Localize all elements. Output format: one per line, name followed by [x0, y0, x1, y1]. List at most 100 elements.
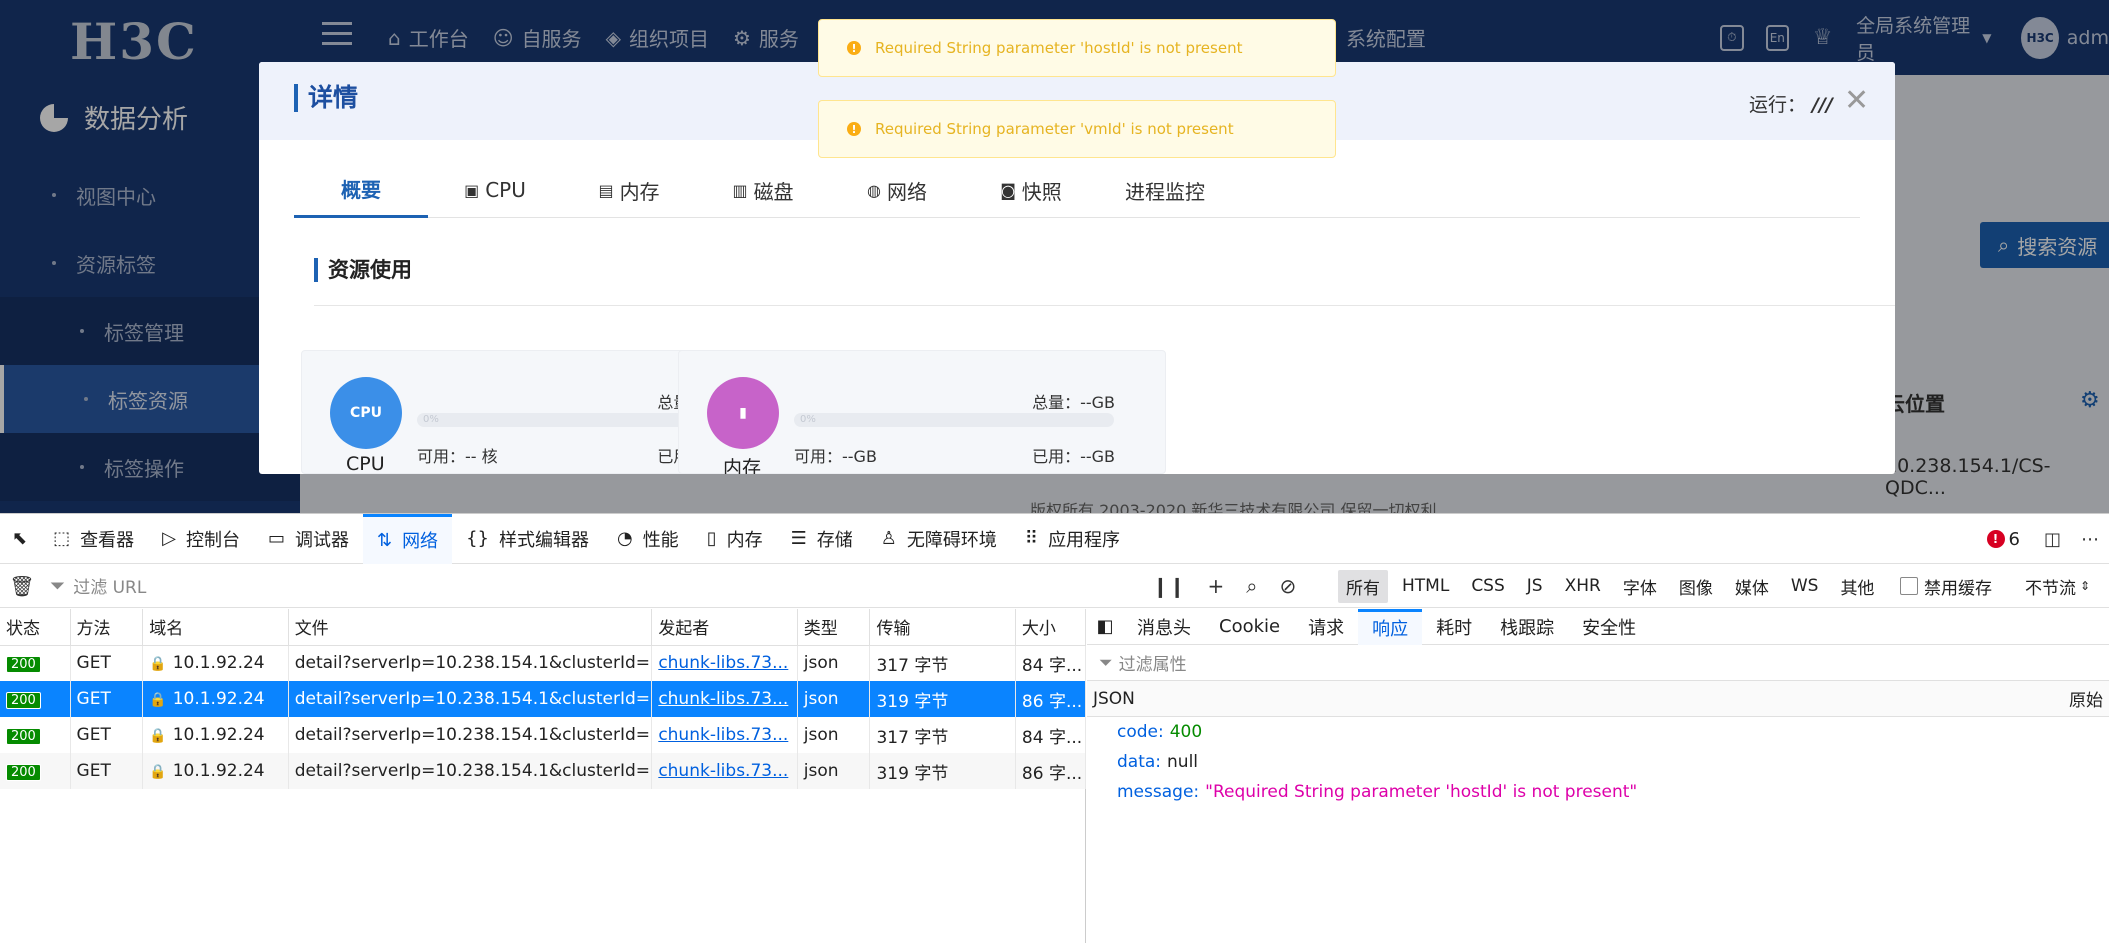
close-icon[interactable]: ✕	[1844, 86, 1869, 116]
resource-name: CPU	[346, 453, 385, 474]
warning-icon: !	[847, 122, 861, 136]
devtools-tab[interactable]: {} 样式编辑器	[452, 514, 603, 564]
response-tab[interactable]: 耗时	[1422, 609, 1486, 645]
network-filter-bar: 🗑 ⏷ 过滤 URL ❙❙ + ⌕ ⊘ 所有 HTML CSS JS XHR 字体 图像 媒体…	[0, 564, 2109, 608]
element-picker-icon[interactable]: ⬉	[0, 514, 39, 564]
response-tab[interactable]: 响应	[1358, 608, 1423, 645]
type-filter-button[interactable]: WS	[1783, 572, 1827, 600]
type-filter-button[interactable]: CSS	[1463, 572, 1512, 600]
tab-6[interactable]: 进程监控	[1098, 162, 1232, 218]
disable-cache-checkbox[interactable]: 禁用缓存	[1900, 564, 1992, 608]
accessibility-icon: ♙	[880, 528, 897, 549]
resource-used: 已用：--GB	[1032, 447, 1115, 466]
type-filter-button[interactable]: JS	[1519, 572, 1551, 600]
filter-properties-input[interactable]: ⏷ 过滤属性	[1087, 645, 2109, 681]
tab-icon: ◍	[867, 180, 881, 200]
column-header[interactable]: 文件	[288, 609, 653, 646]
dock-icon[interactable]: ◫	[2044, 529, 2061, 550]
json-line-code: code: 400	[1117, 722, 1203, 742]
response-tab[interactable]: Cookie	[1205, 609, 1294, 645]
column-header[interactable]: 类型	[797, 609, 871, 646]
detail-tabs: 概要 ▣ CPU ▤ 内存 ▥ 磁盘 ◍ 网络 ◙ 快照 进程监控	[294, 162, 1860, 218]
resource-name: 内存	[723, 457, 762, 474]
table-row[interactable]: 200 GET 🔒 10.1.92.24 detail?serverIp=10.238.…	[0, 645, 1087, 681]
column-header[interactable]: 方法	[70, 609, 144, 646]
response-tab[interactable]: 栈跟踪	[1486, 609, 1568, 645]
devtools-tab[interactable]: ▭ 调试器	[254, 514, 363, 564]
column-header[interactable]: 域名	[142, 609, 289, 646]
initiator-link[interactable]: chunk-libs.73...	[658, 761, 788, 781]
devtools-tab[interactable]: ⠿ 应用程序	[1011, 514, 1134, 564]
memory-icon: ▯	[706, 528, 717, 549]
initiator-link[interactable]: chunk-libs.73...	[658, 725, 788, 745]
warning-icon: !	[847, 41, 861, 55]
column-header[interactable]: 大小	[1015, 609, 1087, 646]
status-badge: 200	[6, 656, 41, 674]
tab-3[interactable]: ▥ 磁盘	[696, 162, 830, 218]
tab-icon: ▤	[598, 180, 614, 200]
more-options-icon[interactable]: ⋯	[2081, 529, 2099, 550]
tab-4[interactable]: ◍ 网络	[830, 162, 964, 218]
status-badge: 200	[6, 728, 41, 745]
json-line-message: message: "Required String parameter 'host…	[1117, 782, 1638, 802]
json-line-data: data: null	[1117, 752, 1199, 772]
response-tab[interactable]: 安全性	[1568, 609, 1650, 645]
column-header[interactable]: 发起者	[651, 609, 798, 646]
pause-icon[interactable]: ❙❙	[1152, 574, 1186, 598]
devtools-tab[interactable]: ⬚ 查看器	[39, 514, 148, 564]
inspector-icon: ⬚	[53, 528, 71, 549]
devtools-panel: ⬉ ⬚ 查看器 ▷ 控制台 ▭ 调试器 ⇅ 网络{} 样式编辑器 ◔ 性能 ▯ 内存 ☰ 存储 ♙ 无障碍环境 ⠿…	[0, 513, 2109, 943]
chevron-down-icon: ⇕	[2080, 579, 2091, 593]
devtools-tab[interactable]: ▷ 控制台	[148, 514, 254, 564]
column-header[interactable]: 传输	[869, 609, 1016, 646]
warning-toast-vmid: ! Required String parameter 'vmId' is not…	[818, 100, 1336, 158]
search-icon[interactable]: ⌕	[1246, 574, 1257, 598]
column-header[interactable]: 状态	[0, 609, 71, 646]
warning-toast-hostid: ! Required String parameter 'hostId' is n…	[818, 19, 1336, 77]
performance-icon: ◔	[616, 528, 633, 549]
type-filter-button[interactable]: 图像	[1671, 570, 1721, 603]
sidebar-toggle-icon[interactable]: ◧	[1087, 616, 1123, 637]
table-row[interactable]: 200 GET 🔒 10.1.92.24 detail?serverIp=10.238.…	[0, 717, 1087, 753]
type-filter-button[interactable]: XHR	[1557, 572, 1609, 600]
resource-icon: CPU	[330, 377, 402, 449]
throttle-select[interactable]: 不节流 ⇕	[2025, 564, 2090, 608]
raw-toggle[interactable]: 原始	[2069, 686, 2103, 711]
tab-2[interactable]: ▤ 内存	[562, 162, 696, 218]
type-filter-button[interactable]: 所有	[1338, 569, 1388, 603]
resource-available: 可用：-- 核	[417, 447, 498, 466]
type-filter-button[interactable]: 其他	[1832, 570, 1882, 603]
error-count-badge[interactable]: ! 6	[1986, 529, 2020, 550]
type-filter-button[interactable]: HTML	[1394, 572, 1457, 600]
tab-0[interactable]: 概要	[294, 162, 428, 218]
response-panel: ◧ 消息头 Cookie 请求 响应 耗时 栈跟踪 安全性 ⏷ 过滤属性 JSON 原始 code…	[1087, 608, 2109, 943]
filter-icon: ⏷	[1099, 652, 1113, 673]
response-tab[interactable]: 消息头	[1123, 609, 1205, 645]
usage-progress-bar: 0%	[794, 413, 1114, 427]
trash-icon[interactable]: 🗑	[0, 574, 44, 598]
devtools-tab[interactable]: ▯ 内存	[693, 514, 777, 564]
initiator-link[interactable]: chunk-libs.73...	[658, 689, 788, 709]
table-row[interactable]: 200 GET 🔒 10.1.92.24 detail?serverIp=10.238.…	[0, 753, 1087, 789]
devtools-tab[interactable]: ⇅ 网络	[362, 513, 453, 564]
json-header: JSON 原始	[1087, 681, 2109, 717]
table-row[interactable]: 200 GET 🔒 10.1.92.24 detail?serverIp=10.238.…	[0, 681, 1087, 717]
block-icon[interactable]: ⊘	[1279, 574, 1296, 598]
add-icon[interactable]: +	[1208, 574, 1225, 598]
resource-card: ▮ 内存 总量：--GB 0% 可用：--GB 已用：--GB	[678, 350, 1166, 474]
initiator-link[interactable]: chunk-libs.73...	[658, 653, 788, 673]
filter-url-input[interactable]: 过滤 URL	[73, 573, 146, 598]
type-filter-button[interactable]: 字体	[1615, 570, 1665, 603]
tab-5[interactable]: ◙ 快照	[964, 162, 1098, 218]
run-status: 运行：///	[1749, 94, 1833, 116]
type-filter-button[interactable]: 媒体	[1727, 570, 1777, 603]
tab-icon: ◙	[1000, 180, 1016, 200]
devtools-tab[interactable]: ♙ 无障碍环境	[867, 514, 1011, 564]
devtools-tab[interactable]: ☰ 存储	[777, 514, 867, 564]
response-tab[interactable]: 请求	[1294, 609, 1358, 645]
modal-title: 详情	[294, 84, 358, 112]
request-list: 状态 方法 域名 文件 发起者 类型 传输 大小 200 GET 🔒 10.1.92.24 detai…	[0, 609, 1087, 943]
devtools-tab[interactable]: ◔ 性能	[603, 514, 693, 564]
tab-1[interactable]: ▣ CPU	[428, 162, 562, 218]
filter-icon: ⏷	[50, 574, 66, 597]
